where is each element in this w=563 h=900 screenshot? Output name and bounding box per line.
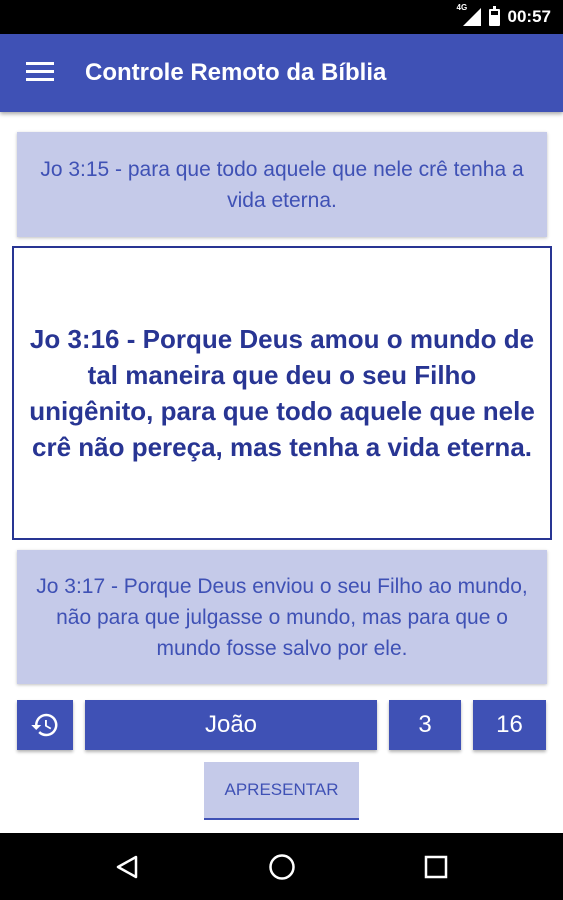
previous-verse-text: Jo 3:15 - para que todo aquele que nele … <box>40 157 524 212</box>
app-bar: Controle Remoto da Bíblia <box>0 34 563 112</box>
history-icon <box>31 713 58 737</box>
home-button[interactable] <box>247 833 317 900</box>
history-button[interactable] <box>17 700 73 750</box>
present-button[interactable]: APRESENTAR <box>204 762 359 820</box>
navigation-bar <box>0 833 563 900</box>
book-selector[interactable]: João <box>85 700 377 750</box>
back-button[interactable] <box>92 833 162 900</box>
current-verse-card: Jo 3:16 - Porque Deus amou o mundo de ta… <box>12 246 552 540</box>
recents-button[interactable] <box>401 833 471 900</box>
next-verse-text: Jo 3:17 - Porque Deus enviou o seu Filho… <box>36 574 528 660</box>
chapter-selector[interactable]: 3 <box>389 700 461 750</box>
signal-icon: 4G <box>457 3 481 26</box>
next-verse-card[interactable]: Jo 3:17 - Porque Deus enviou o seu Filho… <box>17 550 547 684</box>
current-verse-text: Jo 3:16 - Porque Deus amou o mundo de ta… <box>29 324 535 462</box>
recents-icon <box>424 855 448 878</box>
home-icon <box>269 853 295 880</box>
app-title: Controle Remoto da Bíblia <box>85 59 387 86</box>
menu-icon[interactable] <box>26 62 54 82</box>
previous-verse-card[interactable]: Jo 3:15 - para que todo aquele que nele … <box>17 132 547 237</box>
back-icon <box>116 855 138 878</box>
verse-selector[interactable]: 16 <box>473 700 546 750</box>
status-time: 00:57 <box>507 7 551 26</box>
status-bar: 4G 00:57 <box>0 0 563 34</box>
battery-icon <box>488 5 500 26</box>
